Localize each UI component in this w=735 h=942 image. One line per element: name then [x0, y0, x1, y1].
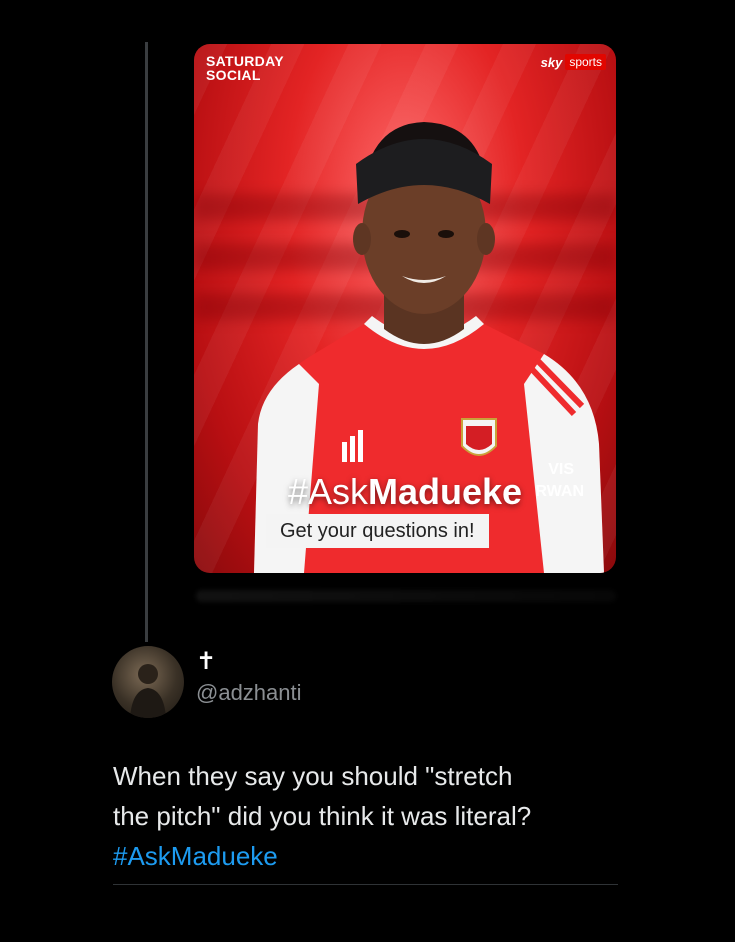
tweet-text-line-2: the pitch" did you think it was literal?: [113, 801, 532, 831]
avatar-photo: [130, 664, 166, 718]
thread-connector-line: [145, 42, 148, 642]
divider: [113, 884, 618, 885]
tweet-text-line-1: When they say you should "stretch: [113, 761, 513, 791]
hashtag-name: Madueke: [367, 471, 523, 512]
faded-caption: [196, 590, 616, 602]
display-name[interactable]: ✝: [196, 647, 216, 676]
sky-label: sky: [540, 54, 563, 70]
saturday-social-logo: SATURDAY SOCIAL: [206, 54, 284, 82]
card-subtitle: Get your questions in!: [266, 514, 489, 548]
tweet-text: When they say you should "stretch the pi…: [113, 756, 633, 876]
user-handle[interactable]: @adzhanti: [196, 680, 302, 706]
sky-sports-logo: sky sports: [541, 54, 606, 70]
sports-label: sports: [565, 54, 606, 70]
hashtag-prefix: #Ask: [287, 471, 368, 512]
brand-line-2: SOCIAL: [206, 67, 261, 83]
hashtag-link[interactable]: #AskMadueke: [113, 836, 633, 876]
user-avatar[interactable]: [112, 646, 184, 718]
tweet-media-image[interactable]: SATURDAY SOCIAL sky sports VIS RWAN #Ask…: [194, 44, 616, 573]
brand-line-1: SATURDAY: [206, 53, 284, 69]
card-hashtag-title: #AskMadueke: [204, 472, 606, 512]
